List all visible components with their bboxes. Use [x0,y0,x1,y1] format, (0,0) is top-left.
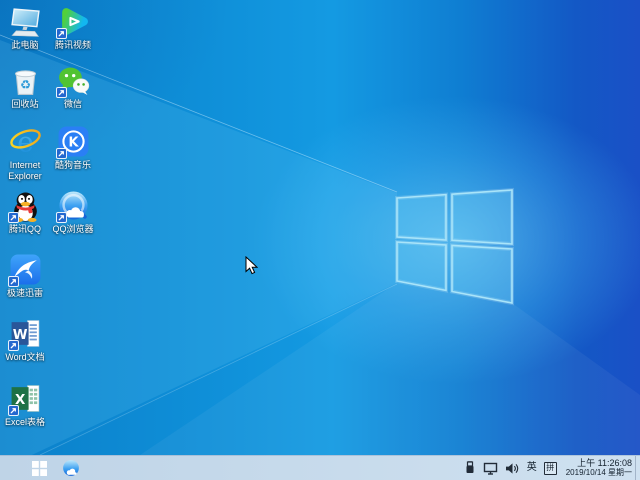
icon-label: Internet Explorer [1,160,49,182]
shortcut-arrow-icon [8,405,19,416]
taskbar-app-qq-browser[interactable] [58,456,84,480]
thunder-xunlei-icon [9,253,42,286]
desktop-icon-tencent-qq[interactable]: 腾讯QQ [1,189,49,235]
svg-text:K: K [68,136,79,151]
svg-text:♻: ♻ [19,78,30,92]
icon-label: 此电脑 [11,40,38,51]
usb-safely-remove-icon[interactable] [464,461,476,475]
desktop-icon-tencent-video[interactable]: 腾讯视频 [49,5,97,51]
shortcut-arrow-icon [8,212,19,223]
taskbar-clock[interactable]: 上午 11:26:08 2019/10/14 星期一 [566,458,632,478]
desktop-icon-recycle-bin[interactable]: ♻ 回收站 [1,64,49,110]
taskbar: 英 拼 上午 11:26:08 2019/10/14 星期一 [0,455,640,480]
icon-label: 酷狗音乐 [55,160,91,171]
qq-browser-icon [62,459,80,477]
ime-language-indicator[interactable]: 英 [527,463,537,473]
desktop-icon-thunder[interactable]: 极速迅雷 [1,253,49,299]
desktop: 此电脑 腾讯视频 ♻ 回收站 [0,0,640,480]
shortcut-arrow-icon [56,28,67,39]
system-tray: 英 拼 [464,461,557,475]
recycle-bin-icon: ♻ [9,64,42,97]
kugou-music-icon: K [57,125,90,158]
desktop-icon-wechat[interactable]: 微信 [49,64,97,110]
icon-label: 极速迅雷 [7,288,43,299]
shortcut-arrow-icon [56,148,67,159]
ime-pinyin-icon[interactable]: 拼 [544,462,557,475]
icon-label: 腾讯QQ [9,224,41,235]
qq-browser-icon [57,189,90,222]
tencent-video-icon [57,5,90,38]
desktop-icon-this-pc[interactable]: 此电脑 [1,5,49,51]
desktop-icon-internet-explorer[interactable]: e Internet Explorer [1,125,49,182]
icon-label: Excel表格 [5,417,45,428]
start-button[interactable] [24,456,54,480]
mouse-cursor [245,256,258,275]
tencent-qq-icon [9,189,42,222]
desktop-icon-word[interactable]: W Word文档 [1,317,49,363]
show-desktop-button[interactable] [635,456,640,480]
clock-date: 2019/10/14 星期一 [566,468,632,478]
icon-label: 腾讯视频 [55,40,91,51]
windows-logo-icon [32,461,47,476]
this-pc-icon [9,5,42,38]
network-icon[interactable] [483,462,498,475]
icon-label: 回收站 [11,99,38,110]
excel-spreadsheet-icon: X [9,382,42,415]
volume-icon[interactable] [505,462,520,475]
icon-label: QQ浏览器 [52,224,93,235]
icon-label: 微信 [64,99,82,110]
desktop-icon-kugou-music[interactable]: K 酷狗音乐 [49,125,97,171]
shortcut-arrow-icon [56,212,67,223]
clock-time: 上午 11:26:08 [566,458,632,468]
desktop-icon-excel[interactable]: X Excel表格 [1,382,49,428]
shortcut-arrow-icon [8,276,19,287]
wechat-icon [57,64,90,97]
word-document-icon: W [9,317,42,350]
shortcut-arrow-icon [8,340,19,351]
icon-label: Word文档 [5,352,44,363]
shortcut-arrow-icon [56,87,67,98]
internet-explorer-icon: e [9,125,42,158]
desktop-icon-qq-browser[interactable]: QQ浏览器 [49,189,97,235]
